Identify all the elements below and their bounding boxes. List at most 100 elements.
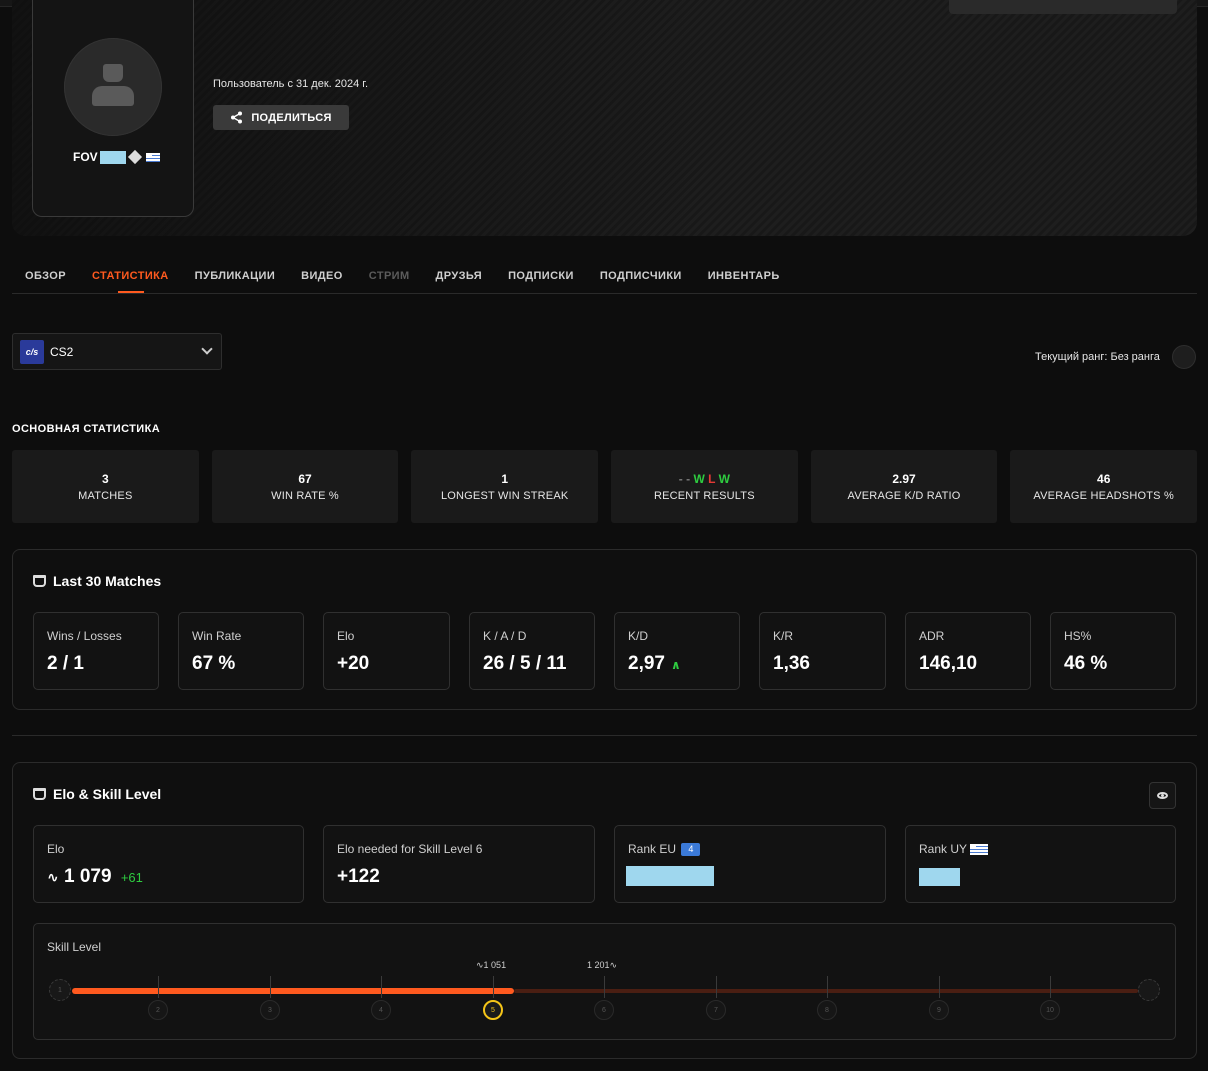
nickname-redacted [99, 150, 126, 164]
card-value: 146,10 [919, 653, 978, 674]
game-select-value: CS2 [50, 344, 74, 359]
elo-value: 1 079 [64, 866, 112, 887]
stat-label: AVERAGE K/D RATIO [847, 489, 961, 502]
level-8-icon: 8 [817, 1000, 837, 1020]
level-9-icon: 9 [929, 1000, 949, 1020]
tab-stream[interactable]: СТРИМ [356, 262, 423, 293]
elo-gain: +61 [120, 870, 143, 885]
tab-overview[interactable]: ОБЗОР [12, 262, 79, 293]
main-stats: 3 MATCHES 67 WIN RATE % 1 LONGEST WIN ST… [12, 450, 1198, 523]
rank-uy-label: Rank UY [919, 842, 967, 856]
card-adr: ADR 146,10 [905, 612, 1031, 690]
level-2-icon: 2 [148, 1000, 168, 1020]
stat-label: WIN RATE % [271, 489, 339, 502]
avatar[interactable] [64, 38, 162, 136]
card-label: Elo [337, 629, 355, 643]
stat-value: 2.97 [892, 471, 916, 486]
stat-label: AVERAGE HEADSHOTS % [1033, 489, 1174, 502]
game-select[interactable]: c/s CS2 [12, 333, 222, 370]
last-30-matches-panel: Last 30 Matches Wins / Losses 2 / 1 Win … [12, 549, 1197, 710]
skill-level-card: Skill Level ∿1 051 1 201∿ 1 2 3 4 5 6 7 … [33, 923, 1176, 1040]
card-kr: K/R 1,36 [759, 612, 886, 690]
result-win: W [718, 471, 730, 486]
stat-kd-ratio: 2.97 AVERAGE K/D RATIO [810, 450, 998, 523]
level-10-icon: 10 [1040, 1000, 1060, 1020]
tab-publications[interactable]: ПУБЛИКАЦИИ [182, 262, 289, 293]
section-divider [12, 735, 1197, 736]
share-label: ПОДЕЛИТЬСЯ [251, 111, 332, 124]
rank-icon [1172, 345, 1196, 369]
card-value: 2 / 1 [47, 653, 84, 674]
marker-high: 1 201∿ [587, 960, 618, 970]
eye-icon [1157, 792, 1168, 799]
card-label: K/D [628, 629, 649, 643]
tab-inventory[interactable]: ИНВЕНТАРЬ [695, 262, 793, 293]
skill-track-progress [72, 988, 514, 994]
tab-statistics[interactable]: СТАТИСТИКА [79, 262, 182, 293]
result-none: - [678, 471, 683, 486]
card-elo-needed: Elo needed for Skill Level 6 +122 [323, 825, 595, 903]
result-win: W [693, 471, 705, 486]
stat-value: 46 [1097, 471, 1111, 486]
card-label: Rank EU 4 [628, 842, 701, 857]
stat-headshots: 46 AVERAGE HEADSHOTS % [1010, 450, 1198, 523]
profile-card: FOV [32, 0, 194, 217]
level-6-icon: 6 [594, 1000, 614, 1020]
toggle-visibility-button[interactable] [1149, 782, 1176, 809]
card-label: Win Rate [192, 629, 242, 643]
stat-win-rate: 67 WIN RATE % [211, 450, 399, 523]
stat-label: LONGEST WIN STREAK [440, 489, 569, 502]
banner-action-button[interactable] [949, 0, 1177, 14]
card-value: 2,97 ∧ [628, 653, 681, 675]
level-4-icon: 4 [371, 1000, 391, 1020]
last-30-title-text: Last 30 Matches [53, 573, 162, 589]
card-label: Wins / Losses [47, 629, 122, 643]
card-elo-current: Elo ∿ 1 079 +61 [33, 825, 304, 903]
result-none: - [686, 471, 691, 486]
tab-subscribers[interactable]: ПОДПИСЧИКИ [587, 262, 695, 293]
main-stats-title: ОСНОВНАЯ СТАТИСТИКА [12, 423, 161, 435]
uruguay-flag-icon [145, 152, 160, 162]
level-3-icon: 3 [260, 1000, 280, 1020]
kd-value: 2,97 [628, 653, 665, 674]
tab-video[interactable]: ВИДЕО [288, 262, 356, 293]
recent-results: - - W L W [679, 472, 730, 486]
faceit-icon [33, 575, 46, 587]
cs2-logo-icon: c/s [20, 339, 44, 364]
last-30-title: Last 30 Matches [33, 573, 161, 589]
card-kd: K/D 2,97 ∧ [614, 612, 740, 690]
skill-track-remaining [514, 989, 1138, 993]
card-value: 26 / 5 / 11 [483, 653, 567, 674]
card-value: ∿ 1 079 +61 [47, 866, 143, 888]
level-7-icon: 7 [706, 1000, 726, 1020]
elo-trend-icon: ∿ [47, 869, 59, 885]
nickname: FOV [73, 149, 160, 165]
card-elo: Elo +20 [323, 612, 450, 690]
card-label: HS% [1064, 629, 1092, 643]
verified-icon [127, 149, 142, 165]
share-icon [231, 111, 243, 124]
stat-longest-streak: 1 LONGEST WIN STREAK [411, 450, 599, 523]
tab-friends[interactable]: ДРУЗЬЯ [423, 262, 496, 293]
stat-value: 1 [501, 471, 509, 486]
card-wins-losses: Wins / Losses 2 / 1 [33, 612, 159, 690]
stat-label: MATCHES [78, 489, 133, 502]
card-label: K / A / D [483, 629, 527, 643]
share-button[interactable]: ПОДЕЛИТЬСЯ [213, 105, 349, 130]
uruguay-flag-icon [970, 844, 989, 856]
level-1-icon: 1 [49, 979, 71, 1001]
stat-recent-results: - - W L W RECENT RESULTS [611, 450, 798, 523]
card-value: 46 % [1064, 653, 1108, 674]
elo-skill-panel: Elo & Skill Level Elo ∿ 1 079 +61 Elo ne… [12, 762, 1197, 1059]
rank-eu-redacted [626, 866, 714, 886]
elo-panel-title: Elo & Skill Level [33, 786, 161, 802]
stat-value: 3 [101, 471, 109, 486]
chevron-down-icon [201, 343, 213, 355]
rank-eu-label: Rank EU [628, 842, 677, 856]
marker-low: ∿1 051 [476, 960, 507, 970]
card-label: Elo [47, 842, 65, 856]
tab-subscriptions[interactable]: ПОДПИСКИ [495, 262, 587, 293]
level-5-icon: 5 [483, 1000, 503, 1020]
elo-panel-title-text: Elo & Skill Level [53, 786, 162, 802]
rank-uy-redacted [919, 868, 960, 886]
